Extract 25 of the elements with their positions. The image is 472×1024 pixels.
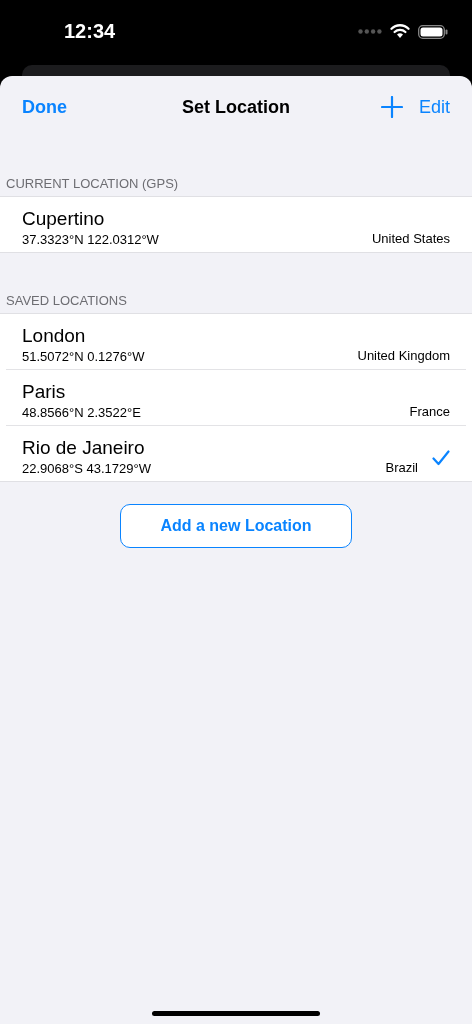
city-name: Rio de Janeiro bbox=[22, 437, 146, 459]
country-name: United States bbox=[371, 231, 450, 246]
country-name: Brazil bbox=[385, 460, 418, 475]
status-time: 12:34 bbox=[64, 20, 116, 43]
section-header: CURRENT LOCATION (GPS) bbox=[5, 176, 180, 193]
wifi-icon bbox=[390, 24, 410, 39]
coordinates: 37.3323°N 122.0312°W bbox=[22, 232, 160, 247]
battery-icon bbox=[418, 24, 448, 39]
add-icon[interactable] bbox=[380, 96, 403, 118]
add-location-button[interactable]: Add a new Location bbox=[120, 504, 352, 548]
no-signal-icon bbox=[358, 29, 382, 34]
location-row[interactable]: Paris 48.8566°N 2.3522°E France bbox=[6, 370, 466, 426]
checkmark-icon bbox=[432, 450, 450, 466]
location-row[interactable]: Rio de Janeiro 22.9068°S 43.1729°W Brazil bbox=[6, 426, 466, 481]
coordinates: 48.8566°N 2.3522°E bbox=[22, 405, 142, 420]
screen-title: Set Location bbox=[182, 96, 290, 118]
country-name: United Kingdom bbox=[357, 348, 450, 363]
city-name: Cupertino bbox=[22, 208, 106, 230]
country-name: France bbox=[409, 404, 450, 419]
coordinates: 22.9068°S 43.1729°W bbox=[22, 461, 152, 476]
location-row[interactable]: London 51.5072°N 0.1276°W United Kingdom bbox=[6, 314, 466, 370]
coordinates: 51.5072°N 0.1276°W bbox=[22, 349, 146, 364]
city-name: London bbox=[22, 325, 87, 347]
city-name: Paris bbox=[22, 381, 67, 403]
section-header: SAVED LOCATIONS bbox=[5, 293, 128, 310]
